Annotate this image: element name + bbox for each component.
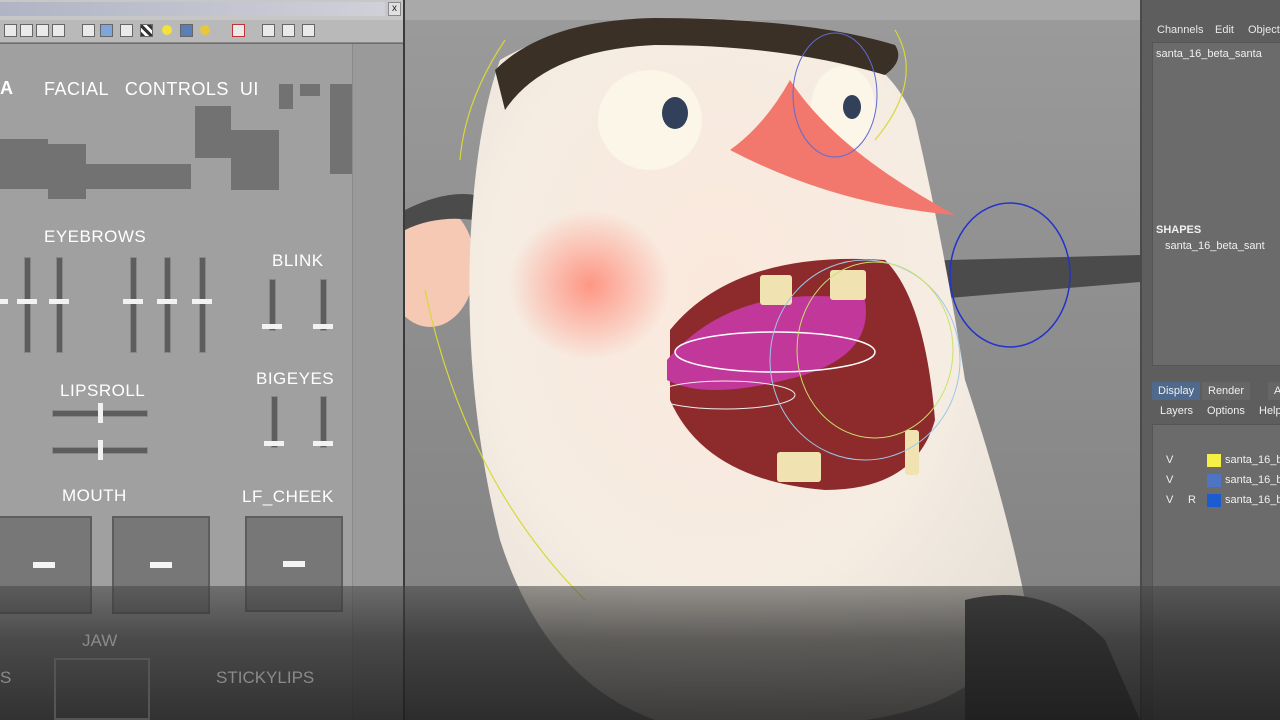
tab-anim[interactable]: A bbox=[1268, 382, 1280, 400]
eyebrow-slider-track[interactable] bbox=[130, 257, 137, 353]
shapes-item[interactable]: santa_16_beta_sant bbox=[1165, 240, 1265, 252]
tab-display[interactable]: Display bbox=[1152, 382, 1201, 400]
eyebrow-slider-track[interactable] bbox=[24, 257, 31, 353]
panel-toolbar bbox=[0, 20, 403, 43]
skyline-block bbox=[48, 144, 86, 199]
menu-object[interactable]: Object bbox=[1248, 24, 1280, 40]
camera-icon[interactable] bbox=[180, 24, 193, 37]
layer-color-swatch[interactable] bbox=[1207, 454, 1221, 467]
blink-label: BLINK bbox=[272, 251, 324, 270]
header-fragment: A bbox=[0, 78, 14, 98]
bigeyes-slider-handle[interactable] bbox=[264, 441, 284, 446]
eyebrow-slider-track[interactable] bbox=[56, 257, 63, 353]
lipsroll-upper-handle[interactable] bbox=[98, 403, 103, 423]
wireframe-icon[interactable] bbox=[20, 24, 33, 37]
layer-name[interactable]: santa_16_b bbox=[1225, 454, 1280, 466]
eyebrows-label: EYEBROWS bbox=[44, 227, 147, 246]
layer-visibility[interactable]: V bbox=[1166, 494, 1173, 506]
eyebrow-slider-track[interactable] bbox=[164, 257, 171, 353]
skyline-block bbox=[195, 106, 231, 158]
skyline-block bbox=[279, 84, 293, 109]
menu-help[interactable]: Help bbox=[1259, 405, 1280, 417]
blink-slider-handle[interactable] bbox=[313, 324, 333, 329]
close-icon[interactable]: x bbox=[388, 2, 401, 16]
blink-slider-handle[interactable] bbox=[262, 324, 282, 329]
skyline-block bbox=[231, 130, 279, 190]
stickylips-label: STICKYLIPS bbox=[216, 668, 315, 687]
select-icon[interactable] bbox=[232, 24, 245, 37]
layer-color-swatch[interactable] bbox=[1207, 494, 1221, 507]
cube-icon[interactable] bbox=[82, 24, 95, 37]
tab-render[interactable]: Render bbox=[1202, 382, 1251, 400]
mouth-control-handle[interactable] bbox=[33, 562, 55, 568]
eyebrow-slider-handle[interactable] bbox=[157, 299, 177, 304]
skyline-block bbox=[330, 84, 352, 174]
sun-icon[interactable] bbox=[200, 25, 210, 35]
skyline-block bbox=[86, 164, 191, 189]
eyebrow-slider-handle[interactable] bbox=[192, 299, 212, 304]
skyline-block bbox=[300, 84, 320, 96]
layer-name[interactable]: santa_16_b bbox=[1225, 494, 1280, 506]
label-fragment: S bbox=[0, 668, 12, 687]
eyebrow-slider-handle[interactable] bbox=[17, 299, 37, 304]
titlebar-strip bbox=[0, 2, 385, 16]
panel-titlebar: x bbox=[0, 0, 403, 20]
bigeyes-label: BIGEYES bbox=[256, 369, 335, 388]
layer-visibility[interactable]: V bbox=[1166, 474, 1173, 486]
layer-reference[interactable]: R bbox=[1188, 494, 1196, 506]
menu-options[interactable]: Options bbox=[1207, 405, 1245, 417]
lipsroll-lower-handle[interactable] bbox=[98, 440, 103, 460]
lf-cheek-control-handle[interactable] bbox=[283, 561, 305, 567]
lipsroll-label: LIPSROLL bbox=[60, 381, 146, 400]
menu-edit[interactable]: Edit bbox=[1215, 24, 1234, 40]
isolate-icon[interactable] bbox=[262, 24, 275, 37]
smooth-cube-icon[interactable] bbox=[100, 24, 113, 37]
light-icon[interactable] bbox=[162, 25, 172, 35]
layer-name[interactable]: santa_16_b bbox=[1225, 474, 1280, 486]
page-title: FACIAL CONTROLS UI bbox=[44, 79, 259, 99]
shapes-heading: SHAPES bbox=[1156, 224, 1202, 236]
skyline-block bbox=[0, 139, 48, 189]
eyebrow-slider-track[interactable] bbox=[199, 257, 206, 353]
eyebrow-slider-handle[interactable] bbox=[0, 299, 8, 304]
jaw-control-box[interactable] bbox=[54, 658, 150, 720]
bottom-fade-overlay: JAW STICKYLIPS S bbox=[0, 586, 1280, 720]
bigeyes-slider-handle[interactable] bbox=[313, 441, 333, 446]
grid-icon[interactable] bbox=[4, 24, 17, 37]
tool-icon[interactable] bbox=[302, 24, 315, 37]
layer-visibility[interactable]: V bbox=[1166, 454, 1173, 466]
texture-icon[interactable] bbox=[52, 24, 65, 37]
mouth-label: MOUTH bbox=[62, 486, 127, 505]
eyebrow-slider-handle[interactable] bbox=[49, 299, 69, 304]
jaw-label: JAW bbox=[82, 631, 118, 650]
shaded-icon[interactable] bbox=[36, 24, 49, 37]
checker-icon[interactable] bbox=[140, 24, 153, 37]
layer-color-swatch[interactable] bbox=[1207, 474, 1221, 487]
menu-channels[interactable]: Channels bbox=[1157, 24, 1203, 40]
menu-layers[interactable]: Layers bbox=[1160, 405, 1193, 417]
channel-box: santa_16_beta_santa SHAPES santa_16_beta… bbox=[1152, 42, 1280, 366]
lf-cheek-label: LF_CHEEK bbox=[242, 487, 334, 506]
copy-icon[interactable] bbox=[282, 24, 295, 37]
mouth-control-handle[interactable] bbox=[150, 562, 172, 568]
eyebrow-slider-handle[interactable] bbox=[123, 299, 143, 304]
box-icon[interactable] bbox=[120, 24, 133, 37]
object-name[interactable]: santa_16_beta_santa bbox=[1156, 48, 1262, 60]
